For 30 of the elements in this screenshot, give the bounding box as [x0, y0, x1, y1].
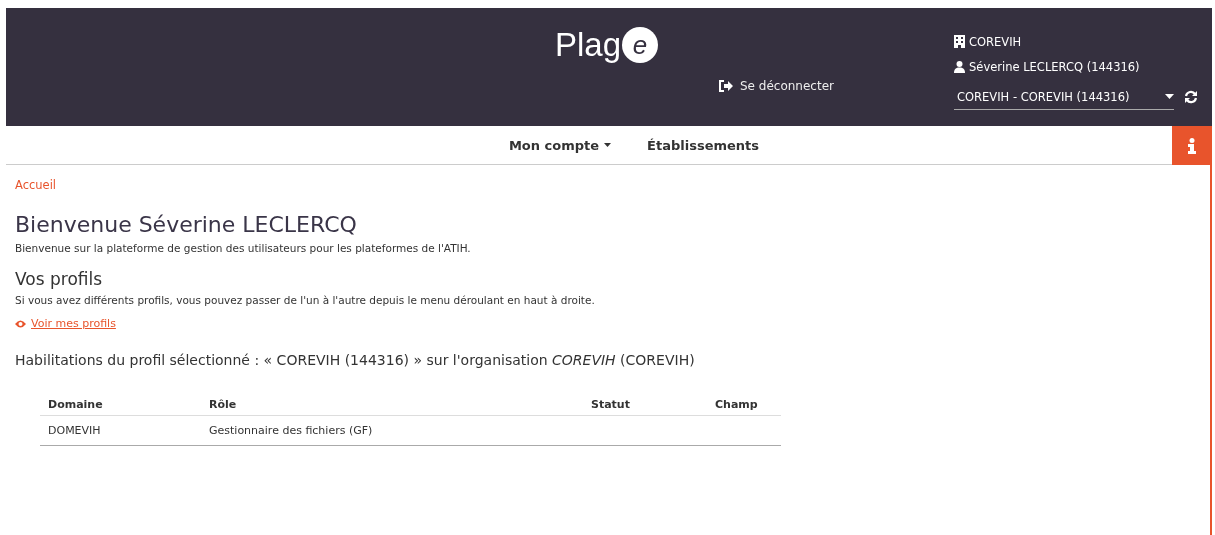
intro-text: Bienvenue sur la plateforme de gestion des utilisateurs pour les plateformes de l'ATIH. [15, 242, 472, 254]
nav-item[interactable]: Établissements [647, 137, 760, 153]
eye-icon [15, 319, 26, 328]
nav-item[interactable]: Mon compte [508, 137, 612, 153]
column-header: Domaine [40, 394, 201, 416]
breadcrumb-link[interactable]: Accueil [15, 178, 57, 192]
section-heading: Habilitations du profil sélectionné : « COREVIH (144316) » sur l'organisation COREVIH (COREVIH) [15, 352, 696, 368]
info-button[interactable] [1172, 126, 1212, 165]
logout-icon [719, 80, 733, 92]
caret-icon [604, 143, 612, 147]
logo-badge: e [622, 27, 659, 63]
info-icon [1188, 137, 1196, 154]
profiles-link[interactable]: Voir mes profils [31, 317, 116, 330]
page-title: Bienvenue Séverine LECLERCQ [15, 212, 358, 237]
logout-link[interactable]: Se déconnecter [740, 79, 834, 93]
refresh-icon[interactable] [1184, 90, 1198, 104]
user-icon [954, 60, 965, 73]
caret-icon [1165, 94, 1174, 99]
table-cell: DOMEVIH [40, 415, 201, 446]
profile-select[interactable]: COREVIH - COREVIH (144316) [954, 84, 1174, 110]
user-name: Séverine LECLERCQ (144316) [969, 59, 1140, 74]
building-icon [954, 35, 965, 48]
section-heading: Vos profils [15, 269, 104, 289]
column-header: Rôle [201, 394, 583, 416]
column-header: Champ [707, 394, 781, 416]
profiles-text: Si vous avez différents profils, vous pouvez passer de l'un à l'autre depuis le menu déroulant en haut à droite. [15, 294, 596, 306]
logo-text: Plag [555, 26, 622, 64]
organisation-name: COREVIH [969, 34, 1022, 49]
table-cell: Gestionnaire des fichiers (GF) [201, 415, 583, 446]
column-header: Statut [583, 394, 707, 416]
